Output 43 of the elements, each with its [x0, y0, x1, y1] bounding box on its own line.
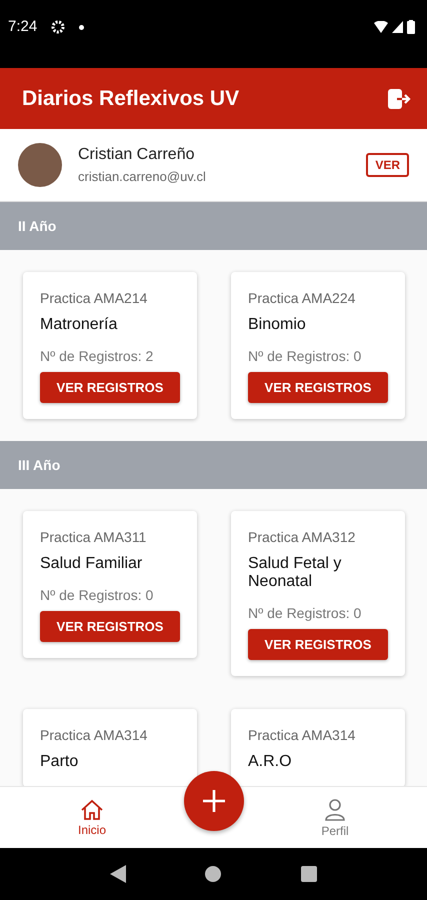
section-header: II Año	[0, 202, 427, 250]
signal-icon	[392, 21, 403, 33]
person-icon	[323, 798, 347, 822]
view-records-button[interactable]: VER REGISTROS	[248, 629, 388, 660]
plus-icon	[203, 790, 225, 812]
app-title: Diarios Reflexivos UV	[22, 86, 240, 110]
recents-icon[interactable]	[301, 866, 318, 882]
user-email: cristian.carreno@uv.cl	[78, 169, 207, 184]
course-code: Practica AMA314	[248, 727, 356, 743]
course-name: A.R.O	[248, 753, 293, 771]
home-icon	[80, 798, 104, 820]
course-name: Matronería	[40, 316, 118, 334]
battery-icon	[407, 20, 415, 34]
logout-icon[interactable]	[387, 88, 411, 110]
course-code: Practica AMA314	[40, 727, 148, 743]
settings-icon	[51, 20, 66, 34]
record-count: Nº de Registros: 2	[40, 348, 154, 364]
section-header: III Año	[0, 441, 427, 489]
course-code: Practica AMA214	[40, 290, 148, 306]
wifi-icon	[374, 21, 388, 33]
user-name: Cristian Carreño	[78, 146, 196, 164]
course-name: Parto	[40, 753, 80, 771]
course-name: Salud Familiar	[40, 555, 144, 573]
status-time: 7:24	[8, 18, 38, 35]
view-records-button[interactable]: VER REGISTROS	[40, 372, 180, 403]
course-code: Practica AMA312	[248, 529, 356, 545]
view-profile-button[interactable]: VER	[366, 153, 409, 177]
dot-icon	[79, 25, 84, 30]
record-count: Nº de Registros: 0	[248, 605, 362, 621]
course-name: Salud Fetal y Neonatal	[248, 555, 342, 591]
nav-tab[interactable]: Perfil	[303, 787, 367, 848]
record-count: Nº de Registros: 0	[40, 587, 154, 603]
course-code: Practica AMA224	[248, 290, 356, 306]
avatar	[18, 143, 62, 187]
course-code: Practica AMA311	[40, 529, 148, 545]
home-icon[interactable]	[205, 866, 222, 882]
view-records-button[interactable]: VER REGISTROS	[248, 372, 388, 403]
view-records-button[interactable]: VER REGISTROS	[40, 611, 180, 642]
nav-tab[interactable]: Inicio	[60, 787, 124, 848]
add-button[interactable]	[184, 771, 244, 831]
back-icon[interactable]	[110, 865, 126, 883]
record-count: Nº de Registros: 0	[248, 348, 362, 364]
course-name: Binomio	[248, 316, 307, 334]
